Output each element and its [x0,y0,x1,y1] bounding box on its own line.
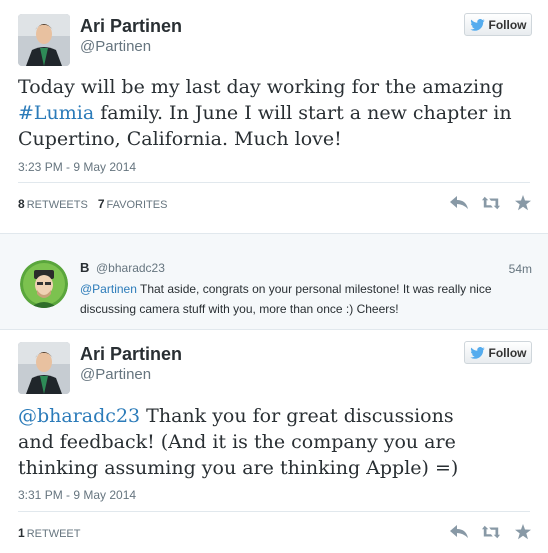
retweet-icon[interactable] [482,195,500,211]
tweet-text: Today will be my last day working for th… [18,74,518,152]
tweet-stats: 1 RETWEET [18,526,80,540]
tweet-actions [450,195,532,211]
hashtag-link[interactable]: #Lumia [18,102,94,124]
tweet-actions [450,524,532,540]
star-icon[interactable] [514,524,532,540]
author-handle[interactable]: @Partinen [80,366,151,383]
author-name[interactable]: Ari Partinen [80,344,182,365]
retweets-stat[interactable]: 1 RETWEET [18,526,80,540]
reply-time[interactable]: 54m [509,262,532,276]
follow-label: Follow [488,17,527,32]
mention-link[interactable]: @Partinen [80,282,137,296]
retweets-label: RETWEET [26,528,81,540]
follow-button[interactable]: Follow [464,341,532,364]
divider [18,511,530,512]
reply-author-name[interactable]: B [80,260,89,275]
favorites-label: FAVORITES [106,199,168,211]
divider [18,182,530,183]
tweet-text-part: Today will be my last day working for th… [18,76,504,98]
author-name[interactable]: Ari Partinen [80,16,182,37]
retweet-icon[interactable] [482,524,500,540]
retweets-count: 1 [18,526,25,540]
tweet-timestamp[interactable]: 3:23 PM - 9 May 2014 [18,160,136,174]
twitter-bird-icon [469,18,485,31]
follow-button[interactable]: Follow [464,13,532,36]
reply-icon[interactable] [450,524,468,540]
mention-link[interactable]: @bharadc23 [18,405,140,427]
retweets-stat[interactable]: 8 RETWEETS [18,197,88,211]
reply-icon[interactable] [450,195,468,211]
avatar[interactable] [18,342,70,394]
reply-text-part: That aside, congrats on your personal mi… [80,282,492,316]
tweet-card: Ari Partinen @Partinen Follow Today will… [0,0,548,233]
avatar[interactable] [18,14,70,66]
star-icon[interactable] [514,195,532,211]
tweet-text: @bharadc23 Thank you for great discussio… [18,403,478,481]
follow-label: Follow [488,345,527,360]
tweet-card: Ari Partinen @Partinen Follow @bharadc23… [0,330,548,553]
avatar[interactable] [20,260,68,308]
favorites-count: 7 [97,197,105,211]
reply-author-handle[interactable]: @bharadc23 [96,261,165,275]
tweet-stats: 8 RETWEETS 7 FAVORITES [18,197,167,211]
reply-text: @Partinen That aside, congrats on your p… [80,279,520,319]
retweets-label: RETWEETS [26,199,88,211]
tweet-timestamp[interactable]: 3:31 PM - 9 May 2014 [18,488,136,502]
twitter-bird-icon [469,346,485,359]
reply-card[interactable]: B @bharadc23 54m @Partinen That aside, c… [0,233,548,330]
author-handle[interactable]: @Partinen [80,38,151,55]
retweets-count: 8 [18,197,25,211]
favorites-stat[interactable]: 7 FAVORITES [98,197,168,211]
